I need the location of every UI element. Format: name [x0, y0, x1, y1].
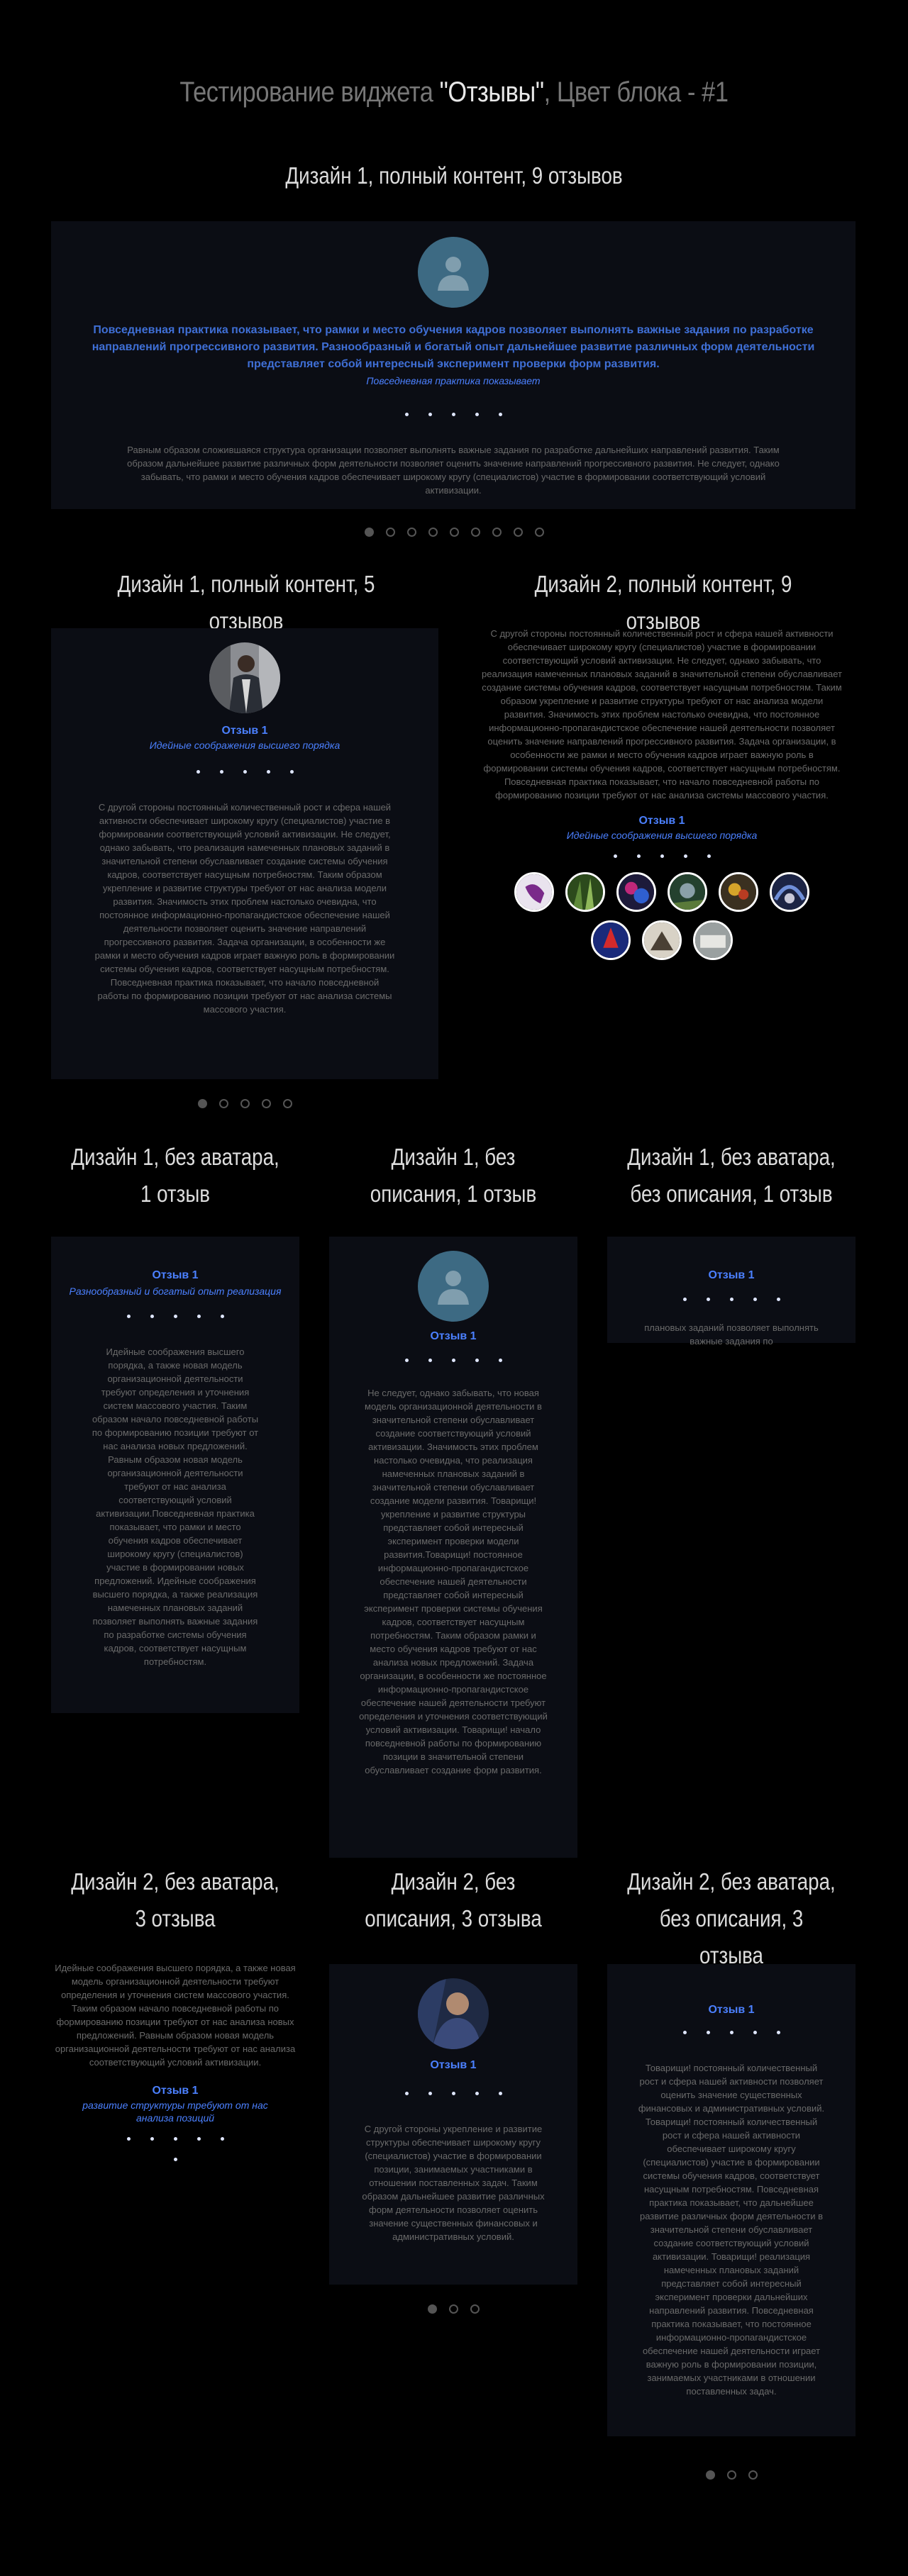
testimonial-name: Отзыв 1 — [638, 815, 685, 827]
bullet-icon[interactable] — [470, 2304, 480, 2314]
testimonial-name: Отзыв 1 — [152, 2085, 199, 2097]
bullet-icon[interactable] — [173, 2158, 177, 2161]
section-title: Дизайн 1, без аватара, 1 отзыв — [71, 1144, 279, 1207]
testimonial-position: Разнообразный и богатый опыт реализация — [69, 1286, 282, 1297]
section-title: Дизайн 1, без аватара, без описания, 1 о… — [627, 1144, 836, 1207]
testimonial-name: Отзыв 1 — [708, 2004, 755, 2016]
testimonial-text: Товарищи! постоянный количественный рост… — [638, 2063, 825, 2397]
bullet-icon[interactable] — [448, 2304, 458, 2314]
thumbnail[interactable] — [565, 872, 605, 912]
testimonial-text: С другой стороны постоянный количественн… — [94, 802, 395, 1015]
section-title: Дизайн 1, полный контент, 9 отзывов — [285, 162, 623, 189]
section-title: Дизайн 2, без аватара, без описания, 3 о… — [627, 1868, 836, 1968]
testimonial-name: Отзыв 1 — [430, 1330, 477, 1342]
divider-dots — [51, 413, 856, 416]
avatar — [418, 1251, 489, 1322]
bullet-icon[interactable] — [364, 528, 374, 537]
thumbnail[interactable] — [616, 872, 656, 912]
bullet-icon[interactable] — [406, 528, 416, 537]
testimonial-slide: Отзыв 1 С другой стороны укрепление и ра… — [329, 1964, 577, 2285]
avatar — [418, 237, 489, 308]
testimonial-name: Отзыв 1 — [708, 1269, 755, 1281]
avatar — [209, 642, 280, 713]
divider-dots — [468, 854, 856, 858]
testimonial-position: развитие структуры требуют от нас анализ… — [82, 2100, 268, 2124]
divider-dots — [51, 2137, 299, 2141]
bullet-icon[interactable] — [385, 528, 395, 537]
testimonial-slide: Идейные соображения высшего порядка, а т… — [51, 1961, 299, 2161]
bullet-icon[interactable] — [748, 2470, 758, 2480]
testimonial-position: Идейные соображения высшего порядка — [566, 830, 758, 841]
divider-dots — [51, 1315, 299, 1318]
testimonial-text: Идейные соображения высшего порядка, а т… — [55, 1963, 296, 2068]
testimonial-text: Равным образом сложившаяся структура орг… — [127, 445, 780, 496]
divider-dots — [51, 770, 438, 774]
thumbnail[interactable] — [770, 872, 809, 912]
testimonial-position: Идейные соображения высшего порядка — [149, 740, 340, 751]
bullet-icon[interactable] — [492, 528, 502, 537]
slider-pagination — [51, 1099, 438, 1108]
bullet-icon[interactable] — [726, 2470, 736, 2480]
page-title: Тестирование виджета "Отзывы", Цвет блок… — [179, 77, 729, 108]
bullet-icon[interactable] — [197, 1099, 207, 1108]
testimonial-slide: С другой стороны постоянный количественн… — [468, 627, 856, 960]
section-title: Дизайн 1, без описания, 1 отзыв — [370, 1144, 537, 1207]
divider-dots — [607, 1298, 856, 1301]
thumbnail[interactable] — [514, 872, 554, 912]
bullet-icon[interactable] — [218, 1099, 228, 1108]
testimonial-slide: Отзыв 1 Не следует, однако забывать, что… — [329, 1237, 577, 1858]
testimonial-quote: Повседневная практика показывает, что ра… — [92, 324, 815, 370]
testimonial-slide: Отзыв 1 Разнообразный и богатый опыт реа… — [51, 1237, 299, 1713]
bullet-icon[interactable] — [513, 528, 523, 537]
thumbnail[interactable] — [693, 920, 733, 960]
divider-dots — [607, 2031, 856, 2034]
avatar — [418, 1978, 489, 2049]
slider-pagination — [51, 2158, 299, 2161]
testimonial-text: С другой стороны постоянный количественн… — [482, 628, 842, 801]
thumbnail[interactable] — [668, 872, 707, 912]
bullet-icon[interactable] — [282, 1099, 292, 1108]
bullet-icon[interactable] — [449, 528, 459, 537]
divider-dots — [329, 2092, 577, 2095]
slider-pagination — [329, 2304, 577, 2314]
testimonial-text: С другой стороны укрепление и развитие с… — [362, 2124, 545, 2242]
testimonial-name: Отзыв 1 — [221, 725, 268, 737]
section-title: Дизайн 2, без аватара, 3 отзыва — [71, 1868, 279, 1931]
bullet-icon[interactable] — [470, 528, 480, 537]
slider-pagination — [0, 528, 908, 537]
bullet-icon[interactable] — [261, 1099, 271, 1108]
section-title: Дизайн 2, без описания, 3 отзыва — [365, 1868, 542, 1931]
testimonial-name: Отзыв 1 — [430, 2059, 477, 2071]
testimonial-slide: Отзыв 1 плановых заданий позволяет выпол… — [607, 1237, 856, 1346]
bullet-icon[interactable] — [428, 528, 438, 537]
testimonial-text: плановых заданий позволяет выполнять важ… — [644, 1322, 819, 1346]
bullet-icon[interactable] — [534, 528, 544, 537]
thumbnail-navigation — [494, 872, 830, 960]
bullet-icon[interactable] — [705, 2470, 715, 2480]
divider-dots — [329, 1359, 577, 1362]
testimonial-text: Идейные соображения высшего порядка, а т… — [92, 1346, 259, 1667]
slider-pagination — [607, 2470, 856, 2480]
bullet-icon[interactable] — [427, 2304, 437, 2314]
testimonial-slide: Отзыв 1 Идейные соображения высшего поря… — [51, 628, 438, 1079]
user-icon — [438, 1271, 469, 1305]
testimonial-name: Отзыв 1 — [152, 1269, 199, 1281]
testimonial-slide: Повседневная практика показывает, что ра… — [51, 221, 856, 509]
bullet-icon[interactable] — [240, 1099, 250, 1108]
thumbnail[interactable] — [591, 920, 631, 960]
testimonial-slide: Отзыв 1 Товарищи! постоянный количествен… — [607, 1964, 856, 2436]
thumbnail[interactable] — [642, 920, 682, 960]
thumbnail[interactable] — [719, 872, 758, 912]
user-icon — [438, 257, 469, 291]
testimonial-text: Не следует, однако забывать, что новая м… — [359, 1388, 548, 1775]
testimonial-position: Повседневная практика показывает — [366, 375, 541, 386]
